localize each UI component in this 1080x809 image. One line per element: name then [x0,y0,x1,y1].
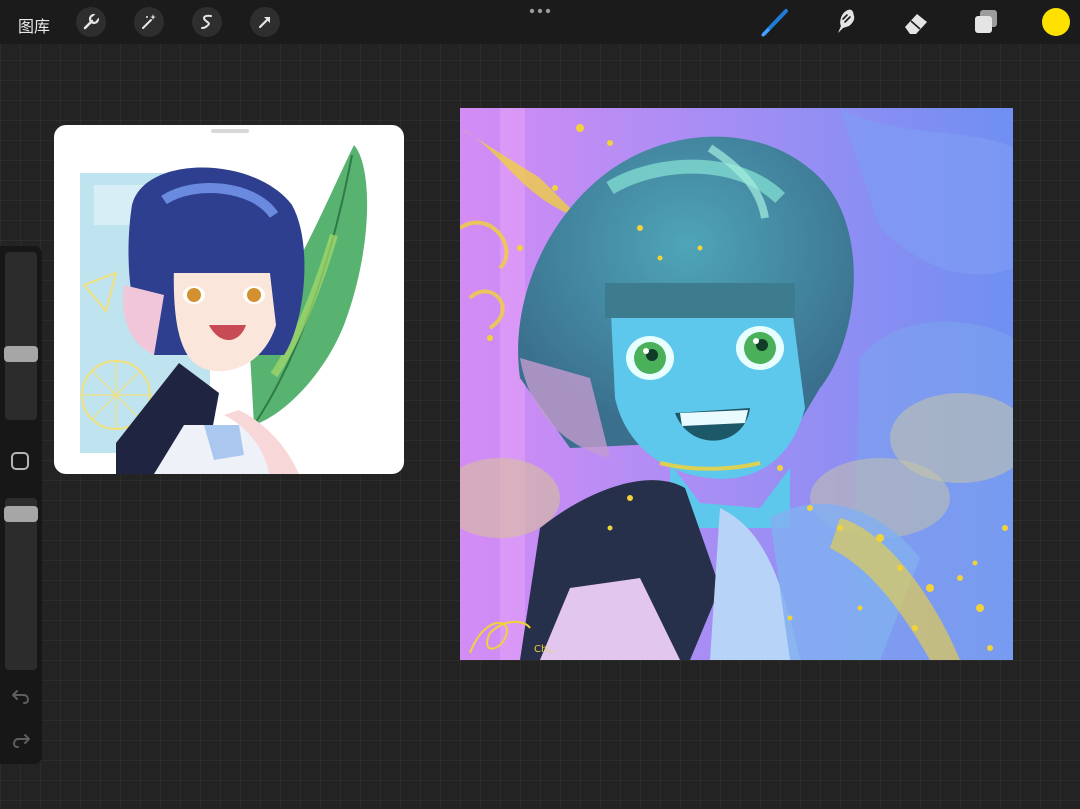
layers-button[interactable] [970,6,1002,38]
canvas-artwork: Ch... [460,108,1013,660]
reference-image [80,145,368,474]
more-options-button[interactable] [528,4,552,18]
brush-button[interactable] [760,6,792,38]
modify-square-icon[interactable] [11,452,29,470]
reference-window[interactable] [54,125,404,474]
transform-button[interactable] [250,7,280,37]
eraser-button[interactable] [900,6,932,38]
brush-icon [761,9,788,37]
brush-sidebar [0,246,42,764]
layers-icon [975,10,997,33]
color-picker-swatch[interactable] [1042,8,1070,36]
adjustments-button[interactable] [134,7,164,37]
drawing-canvas[interactable]: Ch... [460,108,1013,660]
reference-drag-handle[interactable] [211,129,249,133]
selection-icon [201,14,212,29]
smudge-icon [838,9,855,33]
redo-button[interactable] [11,730,31,750]
gallery-button[interactable]: 图库 [18,13,50,37]
opacity-slider[interactable] [5,498,37,670]
redo-icon [12,734,30,748]
opacity-thumb[interactable] [4,505,38,522]
undo-button[interactable] [11,686,31,706]
brush-size-thumb[interactable] [4,346,38,363]
transform-arrow-icon [258,16,271,29]
more-dots-icon [529,8,551,14]
brush-size-slider[interactable] [5,252,37,420]
eraser-icon [905,14,927,34]
smudge-button[interactable] [829,6,861,38]
actions-button[interactable] [76,7,106,37]
wrench-icon [83,13,100,30]
magic-wand-icon [142,14,156,29]
undo-icon [12,690,30,704]
signature-text: Ch... [534,644,557,655]
selection-button[interactable] [192,7,222,37]
top-toolbar: 图库 [0,0,1080,44]
